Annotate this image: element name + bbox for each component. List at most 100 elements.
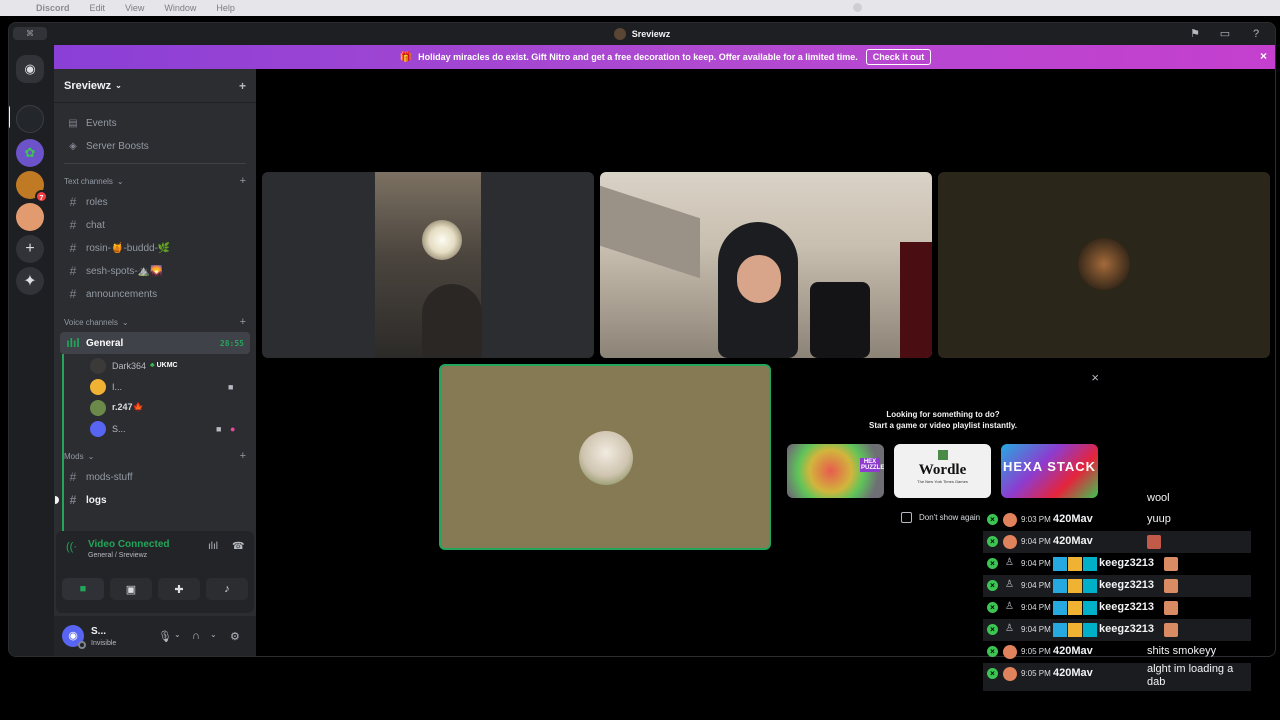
platform-icon: × xyxy=(987,558,998,569)
menu-window[interactable]: Window xyxy=(164,3,196,13)
chat-overlay: wool × 9:03 PM 420Mav yuup × 9:04 PM 420… xyxy=(983,489,1251,691)
voice-user[interactable]: r.247🍁 xyxy=(90,397,256,418)
channel-chat[interactable]: # chat xyxy=(60,214,250,236)
chat-message: × ♙ 9:04 PM keegz3213 xyxy=(983,575,1251,597)
category-text-channels[interactable]: Text channels ⌄ + xyxy=(54,172,256,190)
user-name[interactable]: S... xyxy=(91,626,106,637)
badge-icon xyxy=(1053,601,1067,615)
gear-icon[interactable]: ⚙ xyxy=(230,630,240,643)
microphone-icon[interactable]: 🎙 xyxy=(158,630,172,643)
camera-indicator xyxy=(853,3,862,12)
nav-server-boosts[interactable]: ◈ Server Boosts xyxy=(60,135,250,157)
crown-badge-icon xyxy=(1068,557,1082,571)
game-card-wordle[interactable]: Wordle The New York Times Games xyxy=(894,444,991,498)
server-avatar-icon xyxy=(613,28,626,40)
chat-message: × 9:03 PM 420Mav yuup xyxy=(983,509,1251,531)
hash-icon: # xyxy=(69,195,77,209)
voice-channel-general[interactable]: ılıl General 28:55 xyxy=(60,332,250,354)
soundboard-button[interactable]: ♪ xyxy=(206,578,248,600)
nav-events[interactable]: ▤ Events xyxy=(60,112,250,134)
boost-icon: ◈ xyxy=(69,140,77,152)
game-card-hex-puzzle[interactable]: HEX PUZZLE xyxy=(787,444,884,498)
server-icon-leaf[interactable]: ✿ xyxy=(16,139,44,167)
server-icon-orange[interactable]: 7 xyxy=(16,171,48,203)
channel-mods-stuff[interactable]: # mods-stuff xyxy=(60,466,250,488)
voice-user[interactable]: I... ■ xyxy=(90,376,256,397)
menu-app-name[interactable]: Discord xyxy=(36,3,70,13)
emote-icon xyxy=(1164,557,1178,571)
chevron-down-icon[interactable]: ⌄ xyxy=(174,630,181,639)
menu-edit[interactable]: Edit xyxy=(90,3,106,13)
platform-icon: × xyxy=(987,668,998,679)
discord-home-icon[interactable]: ◉ xyxy=(16,55,44,83)
server-icon-avatar[interactable] xyxy=(16,203,44,231)
voice-status[interactable]: Video Connected xyxy=(88,539,248,550)
chevron-down-icon: ⌄ xyxy=(115,81,122,90)
video-tile[interactable] xyxy=(938,172,1270,358)
dont-show-label[interactable]: Don't show again xyxy=(919,513,980,522)
add-server-icon[interactable]: + xyxy=(16,235,44,263)
create-channel-icon[interactable]: + xyxy=(240,450,246,462)
signal-icon[interactable]: ((· xyxy=(66,541,77,553)
noise-suppression-icon[interactable]: ılıl xyxy=(208,541,218,552)
create-channel-icon[interactable]: + xyxy=(240,175,246,187)
chat-message: wool xyxy=(983,489,1251,509)
server-header[interactable]: Sreviewz ⌄ + xyxy=(54,69,256,103)
channel-label: General xyxy=(86,337,124,349)
chat-badges xyxy=(1053,601,1097,615)
server-rail: ◉ ✿ 7 + ✦ xyxy=(9,45,54,656)
nav-boosts-label: Server Boosts xyxy=(86,140,149,152)
server-icon-sreviewz[interactable] xyxy=(16,105,44,133)
calendar-icon: ▤ xyxy=(68,117,78,129)
activities-button[interactable]: ✚ xyxy=(158,578,200,600)
close-icon[interactable]: × xyxy=(1091,370,1099,385)
category-voice-channels[interactable]: Voice channels ⌄ + xyxy=(54,313,256,331)
video-tile-speaking[interactable] xyxy=(439,364,771,550)
dont-show-checkbox[interactable] xyxy=(901,512,912,523)
channel-logs[interactable]: # logs xyxy=(55,489,250,511)
screen-share-button[interactable]: ▣ xyxy=(110,578,152,600)
video-tile[interactable] xyxy=(262,172,594,358)
voice-user[interactable]: S... ■ ● xyxy=(90,418,256,439)
chat-time: 9:04 PM xyxy=(1021,625,1051,634)
chat-badges xyxy=(1053,579,1097,593)
user-icon: ♙ xyxy=(1005,557,1014,568)
badge-icon xyxy=(1053,579,1067,593)
video-icon: ■ xyxy=(216,423,222,434)
voice-activity-icon: ılıl xyxy=(66,336,80,350)
close-icon[interactable]: × xyxy=(1260,49,1267,63)
disconnect-icon[interactable]: ☎ xyxy=(232,541,244,552)
camera-button[interactable]: ■ xyxy=(62,578,104,600)
wordle-grid-icon xyxy=(937,450,948,460)
category-label: Voice channels xyxy=(64,317,118,327)
activity-heading: Looking for something to do? xyxy=(886,410,1000,419)
video-tile[interactable] xyxy=(600,172,932,358)
emote-icon xyxy=(1164,579,1178,593)
channel-rosin[interactable]: # rosin-🍯-buddd-🌿 xyxy=(60,237,250,259)
user-icon: ♙ xyxy=(1005,601,1014,612)
menu-help[interactable]: Help xyxy=(216,3,235,13)
clan-tag-label: UKMC xyxy=(156,362,178,369)
create-channel-icon[interactable]: + xyxy=(240,316,246,328)
category-mods[interactable]: Mods ⌄ + xyxy=(54,447,256,465)
channel-sesh-spots[interactable]: # sesh-spots-⛰️🌄 xyxy=(60,260,250,282)
flag-icon[interactable]: ⚑ xyxy=(1188,27,1202,41)
voice-user[interactable]: Dark364 ♣ UKMC xyxy=(90,355,256,376)
channel-roles[interactable]: # roles xyxy=(60,191,250,213)
nav-events-label: Events xyxy=(86,117,117,129)
menu-view[interactable]: View xyxy=(125,3,144,13)
voice-location[interactable]: General / Sreviewz xyxy=(88,552,248,559)
inbox-icon[interactable]: ▭ xyxy=(1218,27,1232,41)
chevron-down-icon[interactable]: ⌄ xyxy=(210,630,217,639)
badge-icon xyxy=(1083,579,1097,593)
voice-user-name: r.247🍁 xyxy=(112,402,144,412)
discover-icon[interactable]: ✦ xyxy=(16,267,44,295)
help-icon[interactable]: ? xyxy=(1249,27,1263,41)
invite-people-icon[interactable]: + xyxy=(239,79,246,93)
headphones-icon[interactable]: ∩ xyxy=(192,630,200,642)
check-it-out-button[interactable]: Check it out xyxy=(865,49,932,65)
channel-announcements[interactable]: # announcements xyxy=(60,283,250,305)
unread-indicator xyxy=(55,496,59,504)
platform-icon: × xyxy=(987,514,998,525)
hash-icon: # xyxy=(69,264,77,278)
